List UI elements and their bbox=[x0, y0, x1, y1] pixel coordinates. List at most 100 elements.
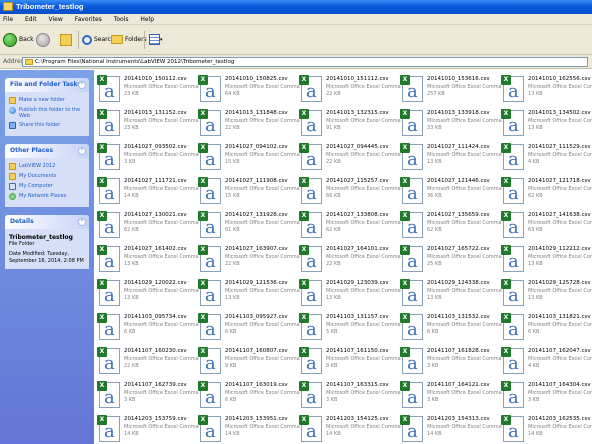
file-item[interactable]: Xa 20141203_154125.csv Microsoft Office Ex… bbox=[296, 412, 407, 444]
file-item[interactable]: Xa 20141203_153759.csv Microsoft Office Ex… bbox=[94, 412, 205, 444]
file-item[interactable]: Xa 20141027_111529.csv Microsoft Office Ex… bbox=[498, 140, 592, 176]
menu-help[interactable]: Help bbox=[140, 14, 154, 25]
file-name: 20141103_095927.csv bbox=[225, 314, 288, 320]
file-name: 20141010_153616.csv bbox=[427, 76, 490, 82]
back-button[interactable]: Back bbox=[3, 32, 34, 48]
file-item[interactable]: Xa 20141013_131848.csv Microsoft Office Ex… bbox=[195, 106, 306, 142]
file-item[interactable]: Xa 20141027_094445.csv Microsoft Office Ex… bbox=[296, 140, 407, 176]
file-item[interactable]: Xa 20141010_153616.csv Microsoft Office Ex… bbox=[397, 72, 508, 108]
file-item[interactable]: Xa 20141103_131157.csv Microsoft Office Ex… bbox=[296, 310, 407, 346]
file-item[interactable]: Xa 20141103_095734.csv Microsoft Office Ex… bbox=[94, 310, 205, 346]
file-item[interactable]: Xa 20141027_115257.csv Microsoft Office Ex… bbox=[296, 174, 407, 210]
file-item[interactable]: Xa 20141027_111424.csv Microsoft Office Ex… bbox=[397, 140, 508, 176]
task-publish-web[interactable]: Publish this folder to the Web bbox=[9, 107, 85, 119]
panel-header[interactable]: File and Folder Tasks ⌃ bbox=[5, 78, 89, 92]
file-item[interactable]: Xa 20141027_121446.csv Microsoft Office Ex… bbox=[397, 174, 508, 210]
file-item[interactable]: Xa 20141203_153951.csv Microsoft Office Ex… bbox=[195, 412, 306, 444]
file-item[interactable]: Xa 20141027_141638.csv Microsoft Office Ex… bbox=[498, 208, 592, 244]
panel-header[interactable]: Details ⌃ bbox=[5, 215, 89, 229]
views-button[interactable]: ▾ bbox=[149, 32, 163, 48]
up-folder-button[interactable] bbox=[60, 32, 72, 48]
file-item[interactable]: Xa 20141010_162556.csv Microsoft Office Ex… bbox=[498, 72, 592, 108]
folders-button[interactable]: Folders bbox=[111, 32, 147, 48]
forward-button[interactable] bbox=[36, 32, 52, 48]
excel-csv-icon: Xa bbox=[501, 381, 524, 408]
file-item[interactable]: Xa 20141029_120022.csv Microsoft Office Ex… bbox=[94, 276, 205, 312]
file-item[interactable]: Xa 20141027_121718.csv Microsoft Office Ex… bbox=[498, 174, 592, 210]
file-name: 20141010_150825.csv bbox=[225, 76, 288, 82]
file-item[interactable]: Xa 20141029_125728.csv Microsoft Office Ex… bbox=[498, 276, 592, 312]
search-button[interactable]: Search bbox=[82, 32, 115, 48]
menu-favorites[interactable]: Favorites bbox=[75, 14, 102, 25]
file-item[interactable]: Xa 20141029_112212.csv Microsoft Office Ex… bbox=[498, 242, 592, 278]
file-item[interactable]: Xa 20141107_160807.csv Microsoft Office Ex… bbox=[195, 344, 306, 380]
file-item[interactable]: Xa 20141107_163019.csv Microsoft Office Ex… bbox=[195, 378, 306, 414]
file-size: 6 KB bbox=[124, 329, 136, 335]
file-item[interactable]: Xa 20141027_135659.csv Microsoft Office Ex… bbox=[397, 208, 508, 244]
task-share-folder[interactable]: Share this folder bbox=[9, 122, 85, 129]
file-item[interactable]: Xa 20141027_094102.csv Microsoft Office Ex… bbox=[195, 140, 306, 176]
address-field[interactable]: C:\Program Files\National Instruments\La… bbox=[22, 57, 588, 67]
file-item[interactable]: Xa 20141103_131821.csv Microsoft Office Ex… bbox=[498, 310, 592, 346]
file-item[interactable]: Xa 20141013_134502.csv Microsoft Office Ex… bbox=[498, 106, 592, 142]
file-item[interactable]: Xa 20141029_123039.csv Microsoft Office Ex… bbox=[296, 276, 407, 312]
file-view[interactable]: Xa 20141010_150112.csv Microsoft Office Ex… bbox=[94, 70, 592, 444]
file-item[interactable]: Xa 20141107_160230.csv Microsoft Office Ex… bbox=[94, 344, 205, 380]
menu-file[interactable]: File bbox=[3, 14, 13, 25]
file-item[interactable]: Xa 20141010_150825.csv Microsoft Office Ex… bbox=[195, 72, 306, 108]
file-item[interactable]: Xa 20141107_163315.csv Microsoft Office Ex… bbox=[296, 378, 407, 414]
chevron-up-icon[interactable]: ⌃ bbox=[78, 147, 86, 155]
task-make-folder[interactable]: Make a new folder bbox=[9, 97, 85, 104]
file-item[interactable]: Xa 20141107_161828.csv Microsoft Office Ex… bbox=[397, 344, 508, 380]
file-item[interactable]: Xa 20141013_132315.csv Microsoft Office Ex… bbox=[296, 106, 407, 142]
excel-csv-icon: Xa bbox=[97, 313, 120, 340]
file-item[interactable]: Xa 20141027_111908.csv Microsoft Office Ex… bbox=[195, 174, 306, 210]
file-item[interactable]: Xa 20141027_093502.csv Microsoft Office Ex… bbox=[94, 140, 205, 176]
file-item[interactable]: Xa 20141103_131532.csv Microsoft Office Ex… bbox=[397, 310, 508, 346]
place-my-documents[interactable]: My Documents bbox=[9, 173, 85, 180]
file-item[interactable]: Xa 20141013_133918.csv Microsoft Office Ex… bbox=[397, 106, 508, 142]
file-size: 13 KB bbox=[528, 295, 543, 301]
file-item[interactable]: Xa 20141027_130021.csv Microsoft Office Ex… bbox=[94, 208, 205, 244]
chevron-up-icon[interactable]: ⌃ bbox=[78, 81, 86, 89]
file-item[interactable]: Xa 20141027_111721.csv Microsoft Office Ex… bbox=[94, 174, 205, 210]
place-labview[interactable]: LabVIEW 2012 bbox=[9, 163, 85, 170]
file-item[interactable]: Xa 20141010_151112.csv Microsoft Office Ex… bbox=[296, 72, 407, 108]
place-my-computer[interactable]: My Computer bbox=[9, 183, 85, 190]
file-name: 20141203_154313.csv bbox=[427, 416, 490, 422]
file-item[interactable]: Xa 20141013_131152.csv Microsoft Office Ex… bbox=[94, 106, 205, 142]
file-item[interactable]: Xa 20141107_162739.csv Microsoft Office Ex… bbox=[94, 378, 205, 414]
file-item[interactable]: Xa 20141103_095927.csv Microsoft Office Ex… bbox=[195, 310, 306, 346]
file-item[interactable]: Xa 20141027_161402.csv Microsoft Office Ex… bbox=[94, 242, 205, 278]
file-item[interactable]: Xa 20141027_165722.csv Microsoft Office Ex… bbox=[397, 242, 508, 278]
file-item[interactable]: Xa 20141203_154313.csv Microsoft Office Ex… bbox=[397, 412, 508, 444]
panel-title: Details bbox=[10, 218, 34, 225]
excel-csv-icon: Xa bbox=[198, 75, 221, 102]
menu-view[interactable]: View bbox=[49, 14, 63, 25]
file-size: 15 KB bbox=[225, 159, 240, 165]
file-item[interactable]: Xa 20141029_124338.csv Microsoft Office Ex… bbox=[397, 276, 508, 312]
file-size: 13 KB bbox=[528, 125, 543, 131]
file-item[interactable]: Xa 20141107_164304.csv Microsoft Office Ex… bbox=[498, 378, 592, 414]
place-network[interactable]: My Network Places bbox=[9, 193, 85, 200]
file-item[interactable]: Xa 20141027_131928.csv Microsoft Office Ex… bbox=[195, 208, 306, 244]
file-item[interactable]: Xa 20141027_164101.csv Microsoft Office Ex… bbox=[296, 242, 407, 278]
file-item[interactable]: Xa 20141027_133808.csv Microsoft Office Ex… bbox=[296, 208, 407, 244]
title-bar[interactable]: Tribometer_testlog bbox=[0, 0, 592, 14]
file-size: 23 KB bbox=[124, 91, 139, 97]
chevron-up-icon[interactable]: ⌃ bbox=[78, 218, 86, 226]
file-type: Microsoft Office Excel Comma ... bbox=[326, 152, 408, 158]
menu-edit[interactable]: Edit bbox=[25, 14, 37, 25]
file-size: 22 KB bbox=[326, 159, 341, 165]
file-item[interactable]: Xa 20141107_164121.csv Microsoft Office Ex… bbox=[397, 378, 508, 414]
file-item[interactable]: Xa 20141203_162535.csv Microsoft Office Ex… bbox=[498, 412, 592, 444]
excel-csv-icon: Xa bbox=[501, 177, 524, 204]
file-item[interactable]: Xa 20141029_121536.csv Microsoft Office Ex… bbox=[195, 276, 306, 312]
panel-header[interactable]: Other Places ⌃ bbox=[5, 144, 89, 158]
search-icon bbox=[82, 34, 92, 45]
file-item[interactable]: Xa 20141107_161150.csv Microsoft Office Ex… bbox=[296, 344, 407, 380]
file-item[interactable]: Xa 20141107_162047.csv Microsoft Office Ex… bbox=[498, 344, 592, 380]
menu-tools[interactable]: Tools bbox=[114, 14, 129, 25]
file-item[interactable]: Xa 20141010_150112.csv Microsoft Office Ex… bbox=[94, 72, 205, 108]
file-item[interactable]: Xa 20141027_163907.csv Microsoft Office Ex… bbox=[195, 242, 306, 278]
